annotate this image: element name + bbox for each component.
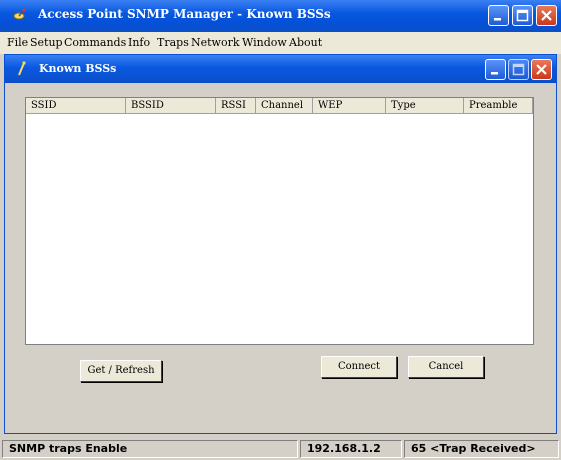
status-ip: 192.168.1.2 <box>300 440 402 458</box>
known-bss-window: Known BSSs SSID BSSID RSSI Channel WEP T… <box>4 54 557 434</box>
antenna-icon <box>15 61 29 80</box>
close-icon <box>536 64 547 75</box>
status-trap-count: 65 <Trap Received> <box>404 440 559 458</box>
status-bar: SNMP traps Enable 192.168.1.2 65 <Trap R… <box>0 437 561 460</box>
close-button[interactable] <box>536 5 557 26</box>
child-title: Known BSSs <box>39 62 117 75</box>
maximize-icon <box>512 63 525 76</box>
cancel-button[interactable]: Cancel <box>408 356 484 378</box>
menu-file[interactable]: File <box>7 36 28 49</box>
close-icon <box>541 10 552 21</box>
menu-window[interactable]: Window <box>242 36 287 49</box>
menu-commands[interactable]: Commands <box>64 36 126 49</box>
column-bssid[interactable]: BSSID <box>126 98 216 114</box>
menu-traps[interactable]: Traps <box>157 36 189 49</box>
app-title: Access Point SNMP Manager - Known BSSs <box>38 7 331 21</box>
satellite-dish-icon <box>12 7 28 23</box>
status-traps: SNMP traps Enable <box>2 440 298 458</box>
app-titlebar[interactable]: Access Point SNMP Manager - Known BSSs <box>0 0 561 32</box>
column-preamble[interactable]: Preamble <box>464 98 533 114</box>
maximize-button[interactable] <box>512 5 533 26</box>
column-ssid[interactable]: SSID <box>26 98 126 114</box>
known-bss-list[interactable]: SSID BSSID RSSI Channel WEP Type Preambl… <box>25 97 534 345</box>
menu-setup[interactable]: Setup <box>30 36 63 49</box>
menu-bar: File Setup Commands Info Traps Network W… <box>0 32 561 54</box>
connect-button[interactable]: Connect <box>321 356 397 378</box>
column-channel[interactable]: Channel <box>256 98 313 114</box>
get-refresh-button[interactable]: Get / Refresh <box>80 360 162 382</box>
minimize-button[interactable] <box>488 5 509 26</box>
column-type[interactable]: Type <box>386 98 464 114</box>
child-titlebar[interactable]: Known BSSs <box>5 55 556 83</box>
menu-about[interactable]: About <box>289 36 322 49</box>
menu-network[interactable]: Network <box>191 36 240 49</box>
child-close-button[interactable] <box>531 59 552 80</box>
app-window: Access Point SNMP Manager - Known BSSs F… <box>0 0 561 460</box>
minimize-icon <box>494 18 501 21</box>
minimize-icon <box>491 72 498 75</box>
column-rssi[interactable]: RSSI <box>216 98 256 114</box>
column-wep[interactable]: WEP <box>313 98 386 114</box>
maximize-icon <box>516 9 529 22</box>
child-maximize-button[interactable] <box>508 59 529 80</box>
menu-info[interactable]: Info <box>128 36 150 49</box>
child-minimize-button[interactable] <box>485 59 506 80</box>
